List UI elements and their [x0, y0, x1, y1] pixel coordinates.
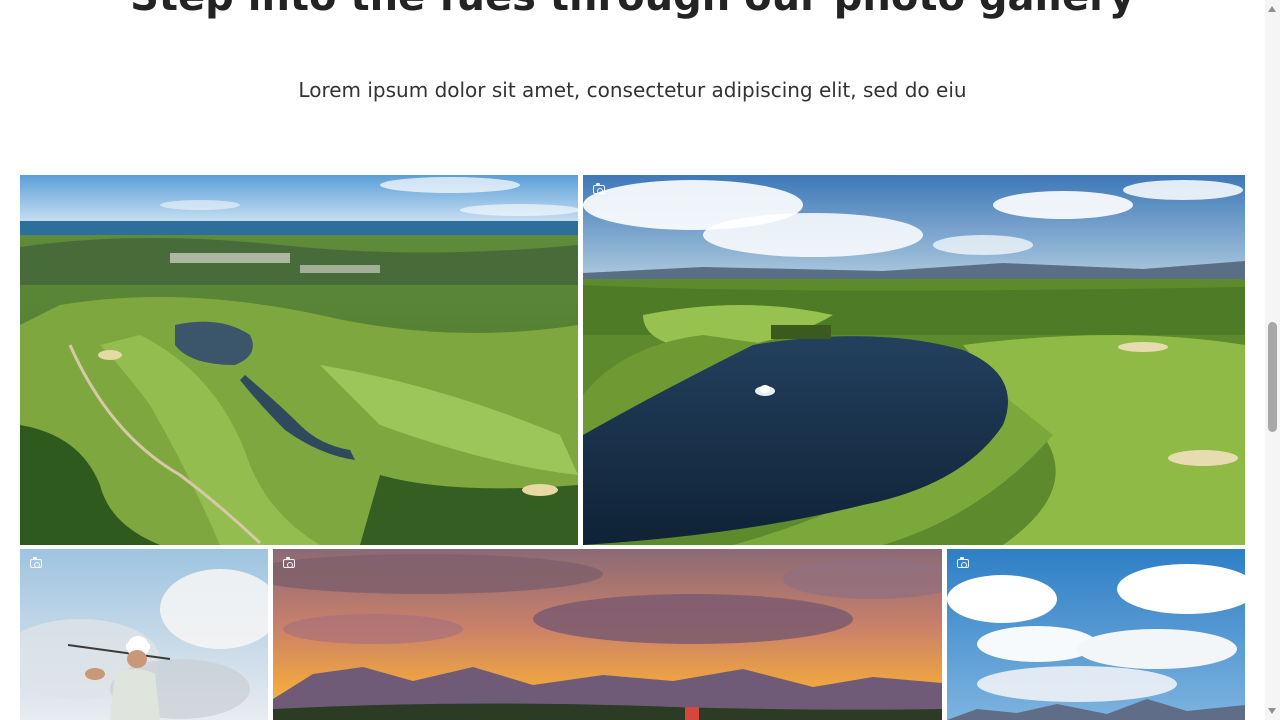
camera-icon: [957, 557, 969, 568]
scrollbar-thumb[interactable]: [1268, 322, 1277, 432]
scroll-down-arrow-icon[interactable]: [1268, 708, 1276, 714]
camera-icon: [283, 557, 295, 568]
gallery-photo-golfer[interactable]: [20, 549, 268, 720]
gallery-photo-aerial-course[interactable]: [20, 175, 578, 545]
page-scrollbar[interactable]: [1265, 0, 1280, 720]
camera-icon: [30, 557, 42, 568]
golfer-image: [20, 549, 268, 720]
camera-icon: [593, 183, 605, 194]
gallery-photo-sunset[interactable]: [273, 549, 942, 720]
lake-fountain-image: [583, 175, 1245, 545]
gallery-heading: Step into the fues through our photo gal…: [0, 0, 1265, 24]
gallery-photo-lake-fountain[interactable]: [583, 175, 1245, 545]
sunset-image: [273, 549, 942, 720]
gallery-photo-clouds-mountains[interactable]: [947, 549, 1245, 720]
scroll-up-arrow-icon[interactable]: [1268, 6, 1276, 12]
gallery-subtitle: Lorem ipsum dolor sit amet, consectetur …: [298, 78, 967, 102]
clouds-mountains-image: [947, 549, 1245, 720]
aerial-course-image: [20, 175, 578, 545]
